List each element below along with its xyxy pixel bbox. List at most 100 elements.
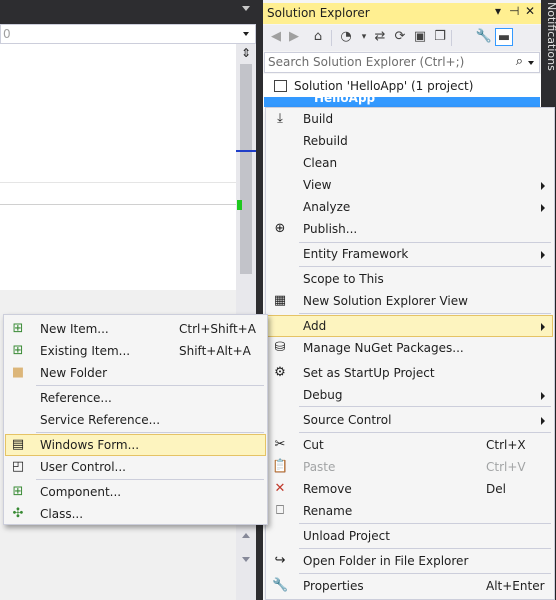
scroll-change-marker (237, 200, 242, 210)
menu-item-new-solution-explorer-view[interactable]: ▦ New Solution Explorer View (267, 290, 553, 312)
menu-item-cut[interactable]: ✂ Cut Ctrl+X (267, 434, 553, 456)
scroll-caret-marker (236, 150, 256, 152)
tab-overflow-chevron-icon[interactable] (242, 6, 250, 11)
menu-item-label: New Folder (40, 366, 108, 380)
editor-divider (0, 204, 236, 205)
menu-item-new-folder[interactable]: ■ New Folder (5, 362, 266, 384)
split-window-icon[interactable]: ⇕ (239, 46, 253, 60)
search-options-chevron-icon[interactable] (528, 61, 534, 65)
menu-item-existing-item[interactable]: ⊞ Existing Item... Shift+Alt+A (5, 340, 266, 362)
forward-icon[interactable]: ▶ (285, 28, 303, 46)
solution-explorer-title: Solution Explorer (267, 6, 370, 20)
menu-item-label: Unload Project (303, 529, 390, 543)
menu-item-label: Publish... (303, 222, 358, 236)
wrench-icon: 🔧 (272, 578, 289, 593)
menu-separator (36, 479, 264, 480)
menu-item-label: Rebuild (303, 134, 348, 148)
back-icon[interactable]: ◀ (267, 28, 285, 46)
toolbar-separator (451, 30, 452, 46)
menu-item-set-startup[interactable]: ⚙ Set as StartUp Project (267, 362, 553, 384)
project-context-menu: ⤓ Build Rebuild Clean View Analyze ⊕ Pub… (265, 107, 555, 600)
folder-icon: ■ (11, 365, 25, 380)
menu-item-component[interactable]: ⊞ Component... (5, 481, 266, 503)
menu-item-user-control[interactable]: ◰ User Control... (5, 456, 266, 478)
menu-item-debug[interactable]: Debug (267, 384, 553, 406)
menu-item-new-item[interactable]: ⊞ New Item... Ctrl+Shift+A (5, 318, 266, 340)
menu-item-windows-form[interactable]: ▤ Windows Form... (5, 434, 266, 456)
window-position-dropdown-icon[interactable]: ▾ (495, 4, 501, 18)
menu-item-publish[interactable]: ⊕ Publish... (267, 218, 553, 240)
scroll-up-arrow-icon[interactable] (242, 533, 250, 538)
editor-tab-strip (0, 0, 256, 24)
search-icon[interactable]: ⌕ (516, 54, 523, 69)
show-all-files-icon[interactable]: ❐ (431, 28, 449, 46)
menu-separator (36, 385, 264, 386)
menu-item-class[interactable]: ✣ Class... (5, 503, 266, 525)
menu-item-properties[interactable]: 🔧 Properties Alt+Enter (267, 575, 553, 597)
submenu-arrow-icon (541, 251, 545, 259)
menu-item-shortcut: Shift+Alt+A (179, 344, 251, 358)
user-control-icon: ◰ (11, 459, 25, 474)
component-icon: ⊞ (12, 484, 24, 499)
tree-item-label: HelloApp (314, 97, 376, 105)
menu-item-analyze[interactable]: Analyze (267, 196, 553, 218)
menu-item-unload-project[interactable]: Unload Project (267, 525, 553, 547)
menu-item-remove[interactable]: ✕ Remove Del (267, 478, 553, 500)
menu-separator (299, 266, 551, 267)
menu-item-add[interactable]: Add (267, 315, 553, 337)
scroll-down-arrow-icon[interactable] (242, 557, 250, 562)
refresh-icon[interactable]: ⟳ (391, 28, 409, 46)
menu-item-clean[interactable]: Clean (267, 152, 553, 174)
menu-item-open-folder[interactable]: ↪ Open Folder in File Explorer (267, 550, 553, 572)
pin-icon[interactable]: ⊣ (509, 4, 519, 18)
menu-item-label: View (303, 178, 332, 192)
gear-icon: ⚙ (274, 365, 286, 380)
pending-changes-filter-icon[interactable]: ◔ (337, 28, 355, 46)
menu-item-label: Remove (303, 482, 352, 496)
solution-explorer-title-bar[interactable]: Solution Explorer ▾ ⊣ ✕ (263, 3, 541, 24)
publish-icon: ⊕ (274, 221, 286, 236)
submenu-arrow-icon (541, 417, 545, 425)
menu-item-service-reference[interactable]: Service Reference... (5, 409, 266, 431)
menu-separator (299, 406, 551, 407)
menu-item-rename[interactable]: ⎕ Rename (267, 500, 553, 522)
close-icon[interactable]: ✕ (525, 4, 535, 18)
new-item-icon: ⊞ (12, 321, 24, 336)
sync-with-active-document-icon[interactable]: ⇄ (371, 28, 389, 46)
properties-wrench-icon[interactable]: 🔧 (475, 28, 493, 46)
search-placeholder: Search Solution Explorer (Ctrl+;) (268, 55, 465, 69)
solution-icon (274, 80, 287, 92)
submenu-arrow-icon (541, 204, 545, 212)
menu-item-label: New Solution Explorer View (303, 294, 468, 308)
scrollbar-thumb[interactable] (240, 64, 252, 274)
menu-item-label: Source Control (303, 413, 392, 427)
menu-item-shortcut: Ctrl+V (486, 460, 526, 474)
tree-item-project[interactable]: HelloApp (264, 97, 540, 107)
chevron-down-icon[interactable] (243, 32, 249, 36)
menu-item-view[interactable]: View (267, 174, 553, 196)
collapse-all-icon[interactable]: ▣ (411, 28, 429, 46)
notifications-tab-label: Notifications (545, 2, 556, 71)
preview-selected-items-icon[interactable]: ▬ (495, 28, 513, 46)
menu-item-label: Windows Form... (40, 438, 140, 452)
menu-item-entity-framework[interactable]: Entity Framework (267, 243, 553, 265)
menu-item-build[interactable]: ⤓ Build (267, 108, 553, 130)
menu-item-label: Cut (303, 438, 324, 452)
menu-item-scope-to-this[interactable]: Scope to This (267, 268, 553, 290)
navigation-dropdown[interactable]: 0 (0, 24, 256, 44)
menu-item-rebuild[interactable]: Rebuild (267, 130, 553, 152)
menu-item-label: Set as StartUp Project (303, 366, 435, 380)
solution-explorer-search-input[interactable]: Search Solution Explorer (Ctrl+;) ⌕ (264, 52, 540, 73)
menu-item-manage-nuget[interactable]: ⛁ Manage NuGet Packages... (267, 337, 553, 359)
editor-divider (0, 182, 236, 183)
menu-item-paste[interactable]: 📋 Paste Ctrl+V (267, 456, 553, 478)
menu-item-label: Clean (303, 156, 338, 170)
menu-item-label: Component... (40, 485, 122, 499)
menu-item-source-control[interactable]: Source Control (267, 409, 553, 431)
menu-separator (299, 432, 551, 433)
menu-item-label: Service Reference... (40, 413, 161, 427)
home-icon[interactable]: ⌂ (309, 28, 327, 46)
menu-item-label: Analyze (303, 200, 351, 214)
menu-item-reference[interactable]: Reference... (5, 387, 266, 409)
tree-item-label: Solution 'HelloApp' (1 project) (294, 79, 474, 93)
